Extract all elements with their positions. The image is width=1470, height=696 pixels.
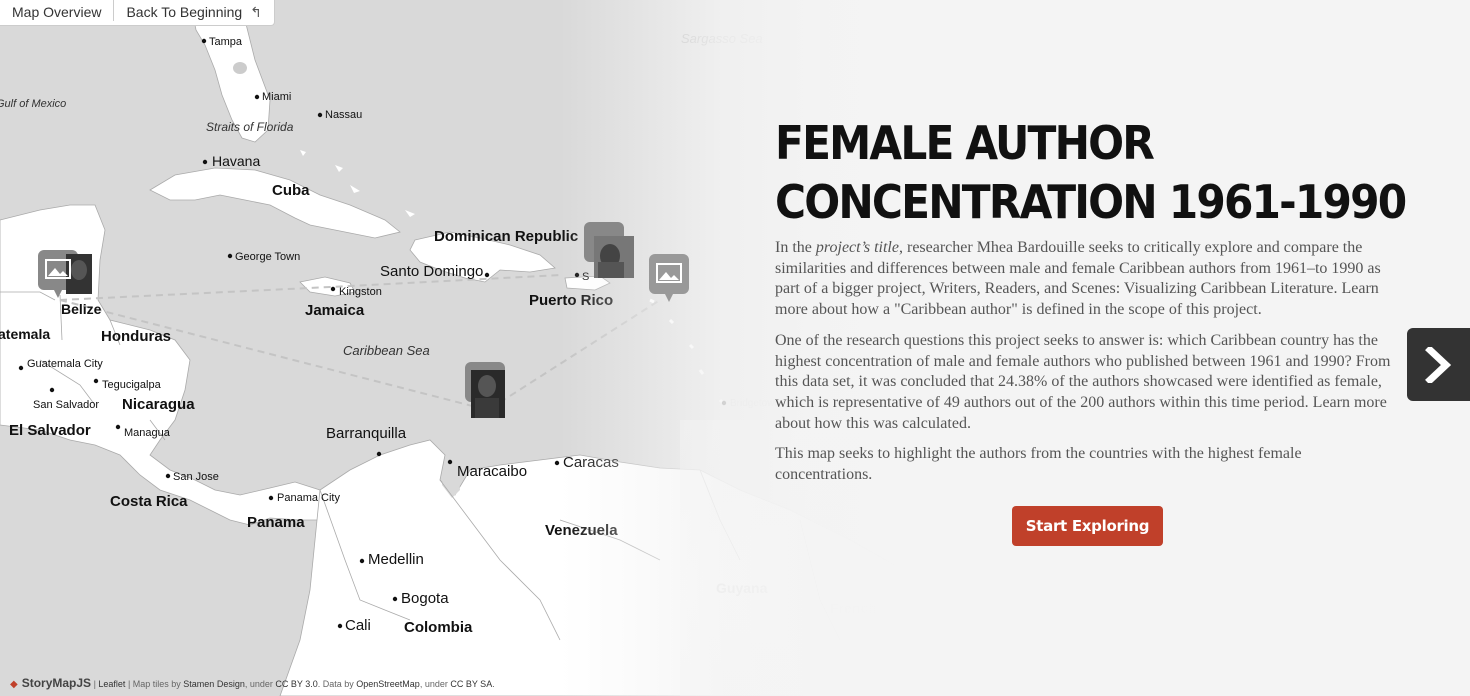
map-label-gulf: Gulf of Mexico [0,98,66,110]
back-to-beginning-button[interactable]: Back To Beginning ↰ [114,0,273,25]
return-arrow-icon: ↰ [250,4,262,20]
attribution-under-1: , under [244,679,276,689]
next-slide-button[interactable] [1407,328,1470,401]
map-label-barranquilla: Barranquilla [326,425,407,442]
image-marker-icon [465,362,505,418]
cc-by-sa-link[interactable]: CC BY SA [450,679,492,689]
storymap-diamond-icon: ◆ [10,679,18,690]
map-label-straits: Straits of Florida [206,120,294,134]
chevron-right-icon [1424,346,1451,383]
slide-paragraph-1: In the project’s title, researcher Mhea … [775,238,1400,321]
map-label-cuba: Cuba [272,182,310,199]
map-label-nicaragua: Nicaragua [122,396,195,413]
attribution-under-2: , under [419,679,451,689]
slide-title-line2: CONCENTRATION 1961-1990 [775,175,1407,229]
map-attribution: ◆ StoryMapJS | Leaflet | Map tiles by Sta… [10,676,495,690]
map-marker-puerto-rico[interactable] [584,222,640,287]
map-label-tegucigalpa: Tegucigalpa [102,379,162,391]
map-label-honduras: Honduras [101,328,171,345]
map-label-miami: Miami [262,91,291,103]
slide-title: FEMALE AUTHOR CONCENTRATION 1961-1990 [775,114,1407,232]
map-label-el-salvador: El Salvador [9,422,91,439]
map-label-san-salvador: San Salvador [33,399,99,411]
slide-paragraph-2: One of the research questions this proje… [775,331,1391,432]
map-label-panama-city: Panama City [277,492,340,504]
map-label-havana: Havana [212,153,260,169]
attribution-data-text: . Data by [317,679,357,689]
map-label-guatemala-city: Guatemala City [27,358,103,370]
slide-paragraph-3: This map seeks to highlight the authors … [775,445,1302,484]
map-label-jamaica: Jamaica [305,302,365,319]
map-label-french-guiana: French Guiana [830,600,928,616]
map-label-medellin: Medellin [368,551,424,568]
map-label-george-town: George Town [235,251,300,263]
map-label-cali: Cali [345,617,371,634]
start-button-wrap: Start Exploring [775,505,1400,546]
project-title-link[interactable]: project’s title [816,239,899,256]
slide-title-line1: FEMALE AUTHOR [775,116,1155,170]
map-label-kingston: Kingston [339,286,382,298]
map-overview-button[interactable]: Map Overview [0,0,113,25]
map-label-colombia: Colombia [404,619,473,636]
map-label-venezuela: Venezuela [545,522,618,539]
map-label-sargasso: Sargasso Sea [681,31,763,46]
storymap-brand-link[interactable]: StoryMapJS [22,676,91,690]
leaflet-link[interactable]: Leaflet [98,679,125,689]
map-label-santo-domingo: Santo Domingo [380,263,483,280]
paragraph-1-start: In the [775,239,816,256]
map-label-caracas: Caracas [563,454,619,471]
slide-panel: FEMALE AUTHOR CONCENTRATION 1961-1990 In… [775,114,1407,546]
image-marker-icon [584,222,634,278]
map-label-managua: Managua [124,427,171,439]
map-label-maracaibo: Maracaibo [457,463,527,480]
map-label-caribbean-sea: Caribbean Sea [343,343,430,358]
map-toolbar: Map Overview Back To Beginning ↰ [0,0,275,26]
start-exploring-button[interactable]: Start Exploring [1011,505,1164,546]
osm-link[interactable]: OpenStreetMap [356,679,420,689]
map-label-costa-rica: Costa Rica [110,493,188,510]
map-label-nassau: Nassau [325,109,362,121]
cc-by-link[interactable]: CC BY 3.0 [275,679,317,689]
attribution-end: . [492,679,495,689]
map-label-panama: Panama [247,514,305,531]
map-label-bridgetown: Bridgetown [730,398,780,409]
map-label-bogota: Bogota [401,590,449,607]
map-label-guatemala: atemala [0,326,50,342]
map-label-dominican: Dominican Republic [434,228,578,245]
attribution-tiles-text: | Map tiles by [125,679,184,689]
stamen-link[interactable]: Stamen Design [183,679,245,689]
map-lake-okeechobee [233,62,247,74]
map-label-guyana: Guyana [716,580,768,596]
image-marker-icon [649,254,689,302]
map-label-puerto-rico: Puerto Rico [529,292,613,309]
map-marker-belize[interactable] [38,250,94,307]
map-marker-venezuela[interactable] [465,362,509,425]
back-to-beginning-label: Back To Beginning [126,4,243,20]
map-label-tampa: Tampa [209,36,243,48]
image-marker-icon [38,250,92,298]
map-marker-antilles[interactable] [649,254,699,319]
map-label-san-jose: San Jose [173,471,219,483]
